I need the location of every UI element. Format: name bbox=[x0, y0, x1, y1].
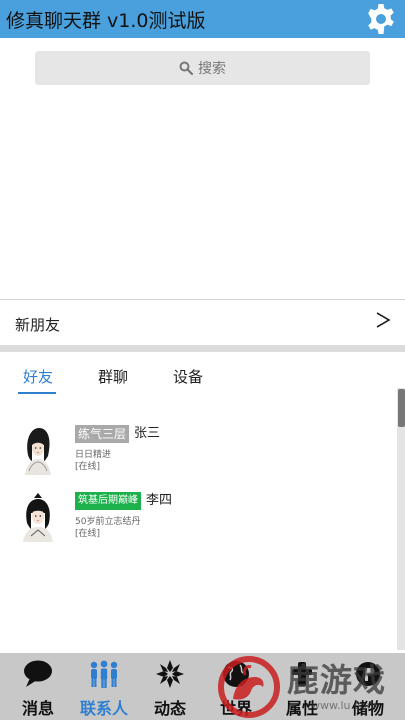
new-friends-row[interactable]: 新朋友 bbox=[0, 300, 405, 344]
chevron-right-icon bbox=[376, 312, 391, 328]
avatar bbox=[23, 493, 53, 542]
cultivation-rank-badge: 练气三层 bbox=[75, 425, 130, 443]
nav-label: 世界 bbox=[219, 699, 252, 718]
friend-status: [在线] bbox=[75, 462, 101, 472]
search-icon bbox=[179, 61, 193, 75]
new-friends-label: 新朋友 bbox=[15, 316, 61, 334]
nav-label: 动态 bbox=[153, 699, 186, 718]
active-tab-indicator bbox=[18, 392, 56, 394]
contacts-icon bbox=[90, 660, 118, 688]
friend-item[interactable]: 筑基后期巅峰 李四 50岁前立志结丹 [在线] bbox=[0, 492, 395, 552]
nav-moments[interactable]: 动态 bbox=[137, 653, 203, 720]
tab-devices[interactable]: 设备 bbox=[173, 366, 203, 387]
app-root: 修真聊天群 v1.0测试版 搜索 新朋友 好友 群聊 设备 练气三层 张三 日日… bbox=[0, 0, 405, 720]
nav-label: 储物 bbox=[351, 699, 384, 718]
cultivation-rank-badge: 筑基后期巅峰 bbox=[75, 492, 141, 510]
chat-bubble-icon bbox=[24, 660, 52, 687]
title-bar: 修真聊天群 v1.0测试版 bbox=[0, 0, 405, 38]
attribute-icon bbox=[292, 662, 312, 686]
globe-icon bbox=[223, 661, 249, 687]
friend-item[interactable]: 练气三层 张三 日日精进 [在线] bbox=[0, 425, 395, 485]
friend-status: [在线] bbox=[75, 529, 101, 539]
nav-world[interactable]: 世界 bbox=[203, 653, 269, 720]
search-bar[interactable]: 搜索 bbox=[35, 51, 370, 85]
gear-icon[interactable] bbox=[365, 3, 397, 35]
section-divider bbox=[0, 345, 405, 352]
friend-name: 李四 bbox=[146, 493, 173, 508]
avatar bbox=[25, 428, 51, 475]
nav-contacts[interactable]: 联系人 bbox=[71, 653, 137, 720]
search-placeholder: 搜索 bbox=[198, 61, 226, 77]
bottom-nav: 消息 联系人 动态 世界 属性 储物 bbox=[0, 653, 405, 720]
app-title: 修真聊天群 v1.0测试版 bbox=[6, 10, 206, 32]
scrollbar-thumb[interactable] bbox=[398, 389, 405, 427]
friend-name: 张三 bbox=[134, 426, 161, 441]
nav-label: 联系人 bbox=[79, 699, 128, 718]
snowflake-icon bbox=[156, 660, 184, 688]
nav-messages[interactable]: 消息 bbox=[5, 653, 71, 720]
scrollbar-track[interactable] bbox=[397, 388, 405, 650]
nav-storage[interactable]: 储物 bbox=[335, 653, 401, 720]
tab-friends[interactable]: 好友 bbox=[23, 366, 53, 387]
nav-attributes[interactable]: 属性 bbox=[269, 653, 335, 720]
nav-label: 消息 bbox=[21, 699, 54, 718]
nav-label: 属性 bbox=[285, 699, 318, 718]
contact-tabs: 好友 群聊 设备 bbox=[0, 358, 405, 398]
storage-icon bbox=[356, 662, 380, 686]
tab-groups[interactable]: 群聊 bbox=[98, 366, 128, 387]
